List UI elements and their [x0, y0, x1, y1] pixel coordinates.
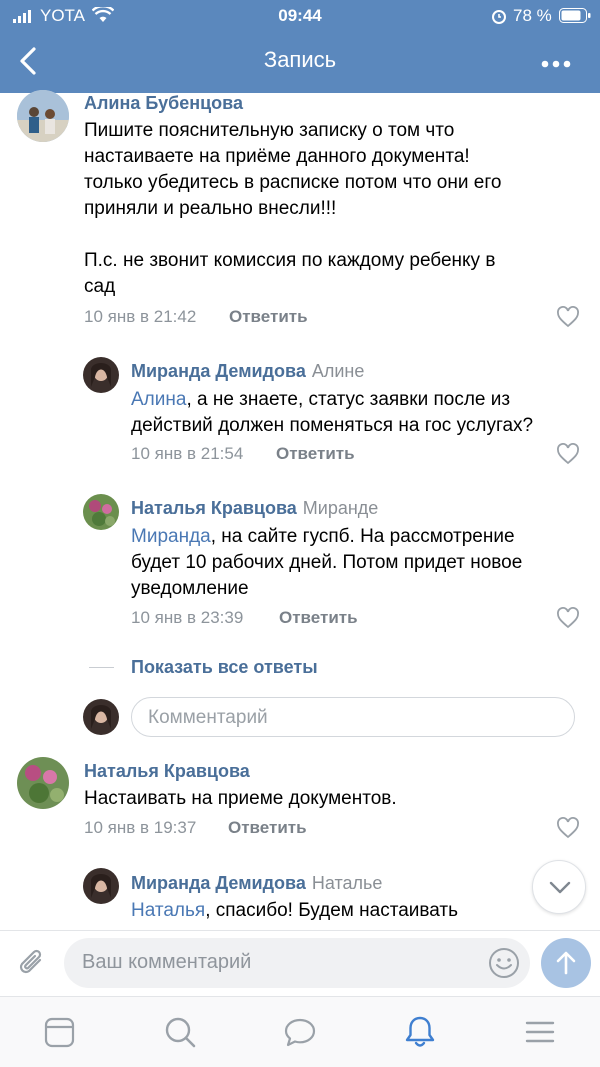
send-button[interactable] [541, 938, 591, 988]
news-icon[interactable] [43, 1015, 77, 1049]
avatar[interactable] [83, 868, 119, 904]
reply-button[interactable]: Ответить [228, 818, 307, 838]
page-title: Запись [263, 47, 337, 72]
comment-author[interactable]: Миранда Демидова Алине [131, 361, 364, 382]
heart-icon[interactable] [556, 817, 580, 839]
reply-comment-input[interactable]: Комментарий [131, 697, 575, 737]
reply-to: Алине [311, 361, 365, 381]
comment-author[interactable]: Алина Бубенцова [84, 93, 243, 114]
send-icon [555, 950, 577, 981]
comment-text: Наталья, спасибо! Будем настаивать [131, 898, 531, 924]
divider [89, 667, 114, 668]
avatar[interactable] [83, 494, 119, 530]
heart-icon[interactable] [556, 443, 580, 465]
mention-link[interactable]: Миранда [131, 526, 211, 547]
more-icon[interactable] [541, 57, 571, 68]
comment-date: 10 янв в 19:37 [84, 818, 197, 837]
composer: Ваш комментарий [0, 930, 600, 997]
comment-text: Алина, а не знаете, статус заявки после … [131, 387, 591, 439]
comment-date: 10 янв в 21:42 [84, 307, 197, 326]
show-all-replies-link[interactable]: Показать все ответы [131, 657, 318, 678]
reply-button[interactable]: Ответить [279, 608, 358, 628]
avatar[interactable] [83, 357, 119, 393]
scroll-down-button[interactable] [532, 860, 586, 914]
avatar [83, 699, 119, 735]
tab-bar [0, 996, 600, 1067]
notifications-icon[interactable] [403, 1015, 437, 1049]
messages-icon[interactable] [283, 1015, 317, 1049]
header: YOTA 09:44 78 % Запись [0, 0, 600, 93]
reply-to: Миранде [302, 498, 379, 518]
emoji-icon[interactable] [488, 947, 520, 984]
attach-icon[interactable] [16, 946, 48, 985]
menu-icon[interactable] [523, 1015, 557, 1049]
battery-icon [559, 8, 591, 28]
reply-button[interactable]: Ответить [276, 444, 355, 464]
comment-text: Миранда, на сайте гуспб. На рассмотрение… [131, 524, 591, 602]
comment-input[interactable]: Ваш комментарий [64, 938, 530, 988]
heart-icon[interactable] [556, 607, 580, 629]
comment-author[interactable]: Наталья Кравцова [84, 761, 250, 782]
comment-date: 10 янв в 21:54 [131, 444, 244, 463]
reply-to: Наталье [311, 873, 383, 893]
chevron-down-icon [548, 879, 572, 900]
reply-button[interactable]: Ответить [229, 307, 308, 327]
comment-text: Пишите пояснительную записку о том что н… [84, 120, 502, 297]
heart-icon[interactable] [556, 306, 580, 328]
author-name[interactable]: Миранда Демидова [131, 361, 306, 381]
comment-date: 10 янв в 23:39 [131, 608, 244, 627]
battery-percent: 78 % [513, 6, 552, 25]
comment-body: , спасибо! Будем настаивать [205, 900, 459, 921]
mention-link[interactable]: Наталья [131, 900, 205, 921]
search-icon[interactable] [163, 1015, 197, 1049]
avatar[interactable] [17, 757, 69, 809]
avatar[interactable] [17, 90, 69, 142]
comment-author[interactable]: Наталья Кравцова Миранде [131, 498, 378, 519]
comment-author[interactable]: Миранда Демидова Наталье [131, 873, 382, 894]
mention-link[interactable]: Алина [131, 389, 186, 410]
author-name[interactable]: Миранда Демидова [131, 873, 306, 893]
alarm-icon [491, 8, 507, 29]
comment-body: , а не знаете, статус заявки после из де… [131, 389, 534, 436]
clock: 09:44 [278, 6, 322, 25]
comment-text: Настаивать на приеме документов. [84, 788, 397, 809]
author-name[interactable]: Наталья Кравцова [131, 498, 297, 518]
